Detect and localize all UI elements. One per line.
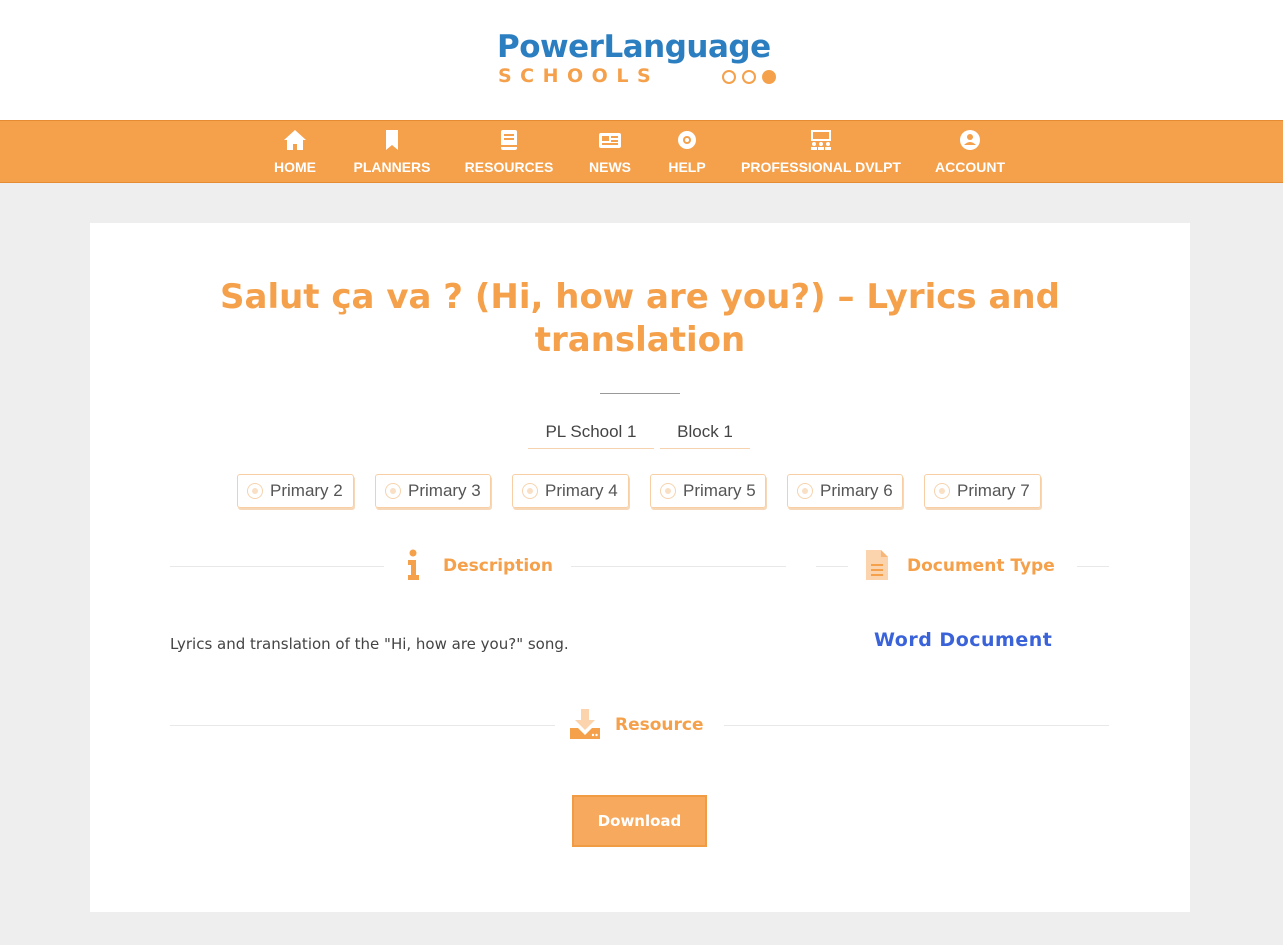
- nav-item-resources[interactable]: RESOURCES: [464, 121, 554, 183]
- nav-label: NEWS: [589, 159, 631, 175]
- nav-label: RESOURCES: [464, 159, 554, 175]
- radio-icon: [934, 483, 950, 499]
- level-badge[interactable]: Primary 2: [237, 474, 354, 508]
- level-badge[interactable]: Primary 7: [924, 474, 1041, 508]
- level-label: Primary 6: [820, 481, 893, 500]
- radio-icon: [385, 483, 401, 499]
- level-label: Primary 2: [270, 481, 343, 500]
- logo-dots-icon: [722, 70, 784, 86]
- download-icon: [570, 709, 600, 739]
- nav-item-account[interactable]: ACCOUNT: [932, 121, 1008, 183]
- home-icon: [284, 130, 306, 150]
- download-button[interactable]: Download: [572, 795, 707, 847]
- level-label: Primary 3: [408, 481, 481, 500]
- bookmark-icon: [386, 130, 398, 150]
- presentation-icon: [811, 130, 831, 150]
- description-text: Lyrics and translation of the "Hi, how a…: [170, 635, 569, 653]
- nav-item-home[interactable]: HOME: [270, 121, 320, 183]
- section-divider: [816, 566, 848, 567]
- resource-card: Salut ça va ? (Hi, how are you?) – Lyric…: [90, 223, 1190, 912]
- nav-label: ACCOUNT: [935, 159, 1005, 175]
- logo-brand-bottom: SCHOOLS: [498, 65, 660, 87]
- title-divider: [600, 393, 680, 394]
- level-badge[interactable]: Primary 4: [512, 474, 629, 508]
- main-nav: HOME PLANNERS RESOURCES NEWS HELP PROFES…: [0, 120, 1283, 183]
- radio-icon: [797, 483, 813, 499]
- nav-item-professional-dvlpt[interactable]: PROFESSIONAL DVLPT: [740, 121, 902, 183]
- site-logo[interactable]: PowerLanguage SCHOOLS: [497, 28, 787, 90]
- document-icon: [866, 550, 888, 580]
- section-divider: [170, 725, 555, 726]
- nav-item-help[interactable]: HELP: [664, 121, 710, 183]
- document-type-heading: Document Type: [907, 556, 1055, 576]
- site-header: PowerLanguage SCHOOLS: [0, 0, 1283, 120]
- level-badge[interactable]: Primary 5: [650, 474, 766, 508]
- page-title: Salut ça va ? (Hi, how are you?) – Lyric…: [220, 277, 1060, 360]
- radio-icon: [522, 483, 538, 499]
- section-divider: [170, 566, 384, 567]
- newspaper-icon: [599, 133, 621, 148]
- description-heading: Description: [443, 556, 553, 576]
- logo-brand-top: PowerLanguage: [497, 29, 771, 65]
- nav-label: PLANNERS: [353, 159, 431, 175]
- section-divider: [571, 566, 786, 567]
- level-badge[interactable]: Primary 6: [787, 474, 903, 508]
- nav-label: PROFESSIONAL DVLPT: [741, 159, 901, 175]
- nav-item-planners[interactable]: PLANNERS: [350, 121, 434, 183]
- level-label: Primary 5: [683, 481, 756, 500]
- lifebuoy-icon: [678, 131, 696, 149]
- level-label: Primary 4: [545, 481, 618, 500]
- block-tag[interactable]: Block 1: [660, 415, 750, 449]
- level-label: Primary 7: [957, 481, 1030, 500]
- radio-icon: [660, 483, 676, 499]
- section-divider: [724, 725, 1109, 726]
- level-badge[interactable]: Primary 3: [375, 474, 491, 508]
- section-divider: [1077, 566, 1109, 567]
- school-tag[interactable]: PL School 1: [528, 415, 654, 449]
- nav-label: HELP: [668, 159, 706, 175]
- nav-item-news[interactable]: NEWS: [585, 121, 635, 183]
- user-icon: [960, 130, 980, 150]
- book-icon: [501, 130, 517, 150]
- document-type-link[interactable]: Word Document: [874, 629, 1052, 651]
- info-icon: [408, 549, 419, 580]
- radio-icon: [247, 483, 263, 499]
- nav-label: HOME: [274, 159, 316, 175]
- resource-heading: Resource: [615, 715, 704, 735]
